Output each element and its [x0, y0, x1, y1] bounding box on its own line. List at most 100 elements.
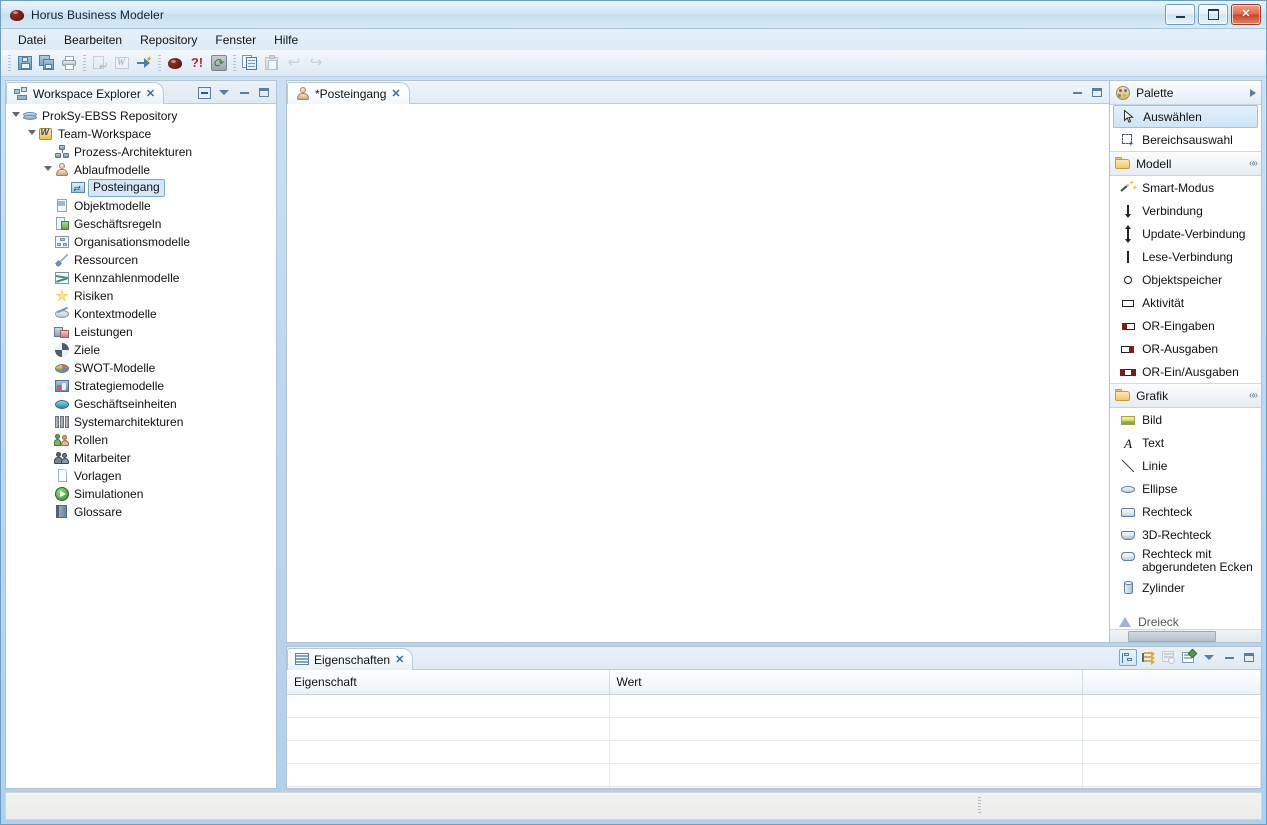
tree-item-kennzahlenmodelle[interactable]: Kennzahlenmodelle: [6, 269, 276, 287]
table-row[interactable]: [287, 694, 1262, 718]
show-categories-button[interactable]: [1119, 649, 1138, 666]
save-button[interactable]: [14, 52, 36, 74]
table-cell[interactable]: [287, 694, 610, 718]
tree-item-gesch-ftsregeln[interactable]: Geschäftsregeln: [6, 215, 276, 233]
table-cell[interactable]: [1082, 717, 1262, 741]
palette-tool-smart-modus[interactable]: ✦ ✦ ✦ Smart-Modus: [1110, 176, 1261, 199]
close-icon[interactable]: ✕: [146, 87, 155, 100]
tree-item-systemarchitekturen[interactable]: Systemarchitekturen: [6, 413, 276, 431]
toolbar-grip[interactable]: [8, 55, 11, 71]
table-cell[interactable]: [1082, 740, 1262, 764]
tab-workspace-explorer[interactable]: Workspace Explorer ✕: [6, 82, 165, 104]
tree-item-strategiemodelle[interactable]: Strategiemodelle: [6, 377, 276, 395]
palette-tool-objektspeicher[interactable]: Objektspeicher: [1110, 268, 1261, 291]
paste-button[interactable]: [261, 52, 283, 74]
twisty-expanded-icon[interactable]: [42, 165, 54, 175]
table-cell[interactable]: [287, 740, 610, 764]
table-cell[interactable]: [287, 717, 610, 741]
maximize-view-button[interactable]: [1241, 650, 1257, 665]
properties-table-container[interactable]: Eigenschaft Wert: [287, 670, 1262, 788]
tree-item-rollen[interactable]: Rollen: [6, 431, 276, 449]
undo-button[interactable]: ↩: [283, 52, 305, 74]
palette-tool-rechteck[interactable]: Rechteck: [1110, 500, 1261, 523]
tab-posteingang[interactable]: *Posteingang ✕: [287, 82, 410, 104]
palette-horizontal-scrollbar[interactable]: [1110, 629, 1262, 642]
palette-tool-aktivitaet[interactable]: Aktivität: [1110, 291, 1261, 314]
help-button[interactable]: ?!: [186, 52, 208, 74]
minimize-window-button[interactable]: [1165, 4, 1195, 25]
save-all-button[interactable]: [36, 52, 58, 74]
palette-tool-bereichsauswahl[interactable]: + Bereichsauswahl: [1110, 128, 1261, 151]
maximize-view-button[interactable]: [256, 85, 272, 100]
restore-defaults-button[interactable]: [1161, 650, 1177, 665]
palette-tool-or-ein-ausgaben[interactable]: OR-Ein/Ausgaben: [1110, 360, 1261, 383]
palette-drawer-modell[interactable]: Modell «»: [1110, 151, 1262, 176]
palette-tool-ellipse[interactable]: Ellipse: [1110, 477, 1261, 500]
table-cell[interactable]: [1082, 786, 1262, 788]
tree-item-vorlagen[interactable]: Vorlagen: [6, 467, 276, 485]
table-cell[interactable]: [1082, 763, 1262, 787]
toolbar-grip[interactable]: [233, 55, 236, 71]
explorer-editor-sash[interactable]: [280, 80, 283, 789]
tree-item-simulationen[interactable]: Simulationen: [6, 485, 276, 503]
twisty-expanded-icon[interactable]: [26, 129, 38, 139]
tree-item-leistungen[interactable]: Leistungen: [6, 323, 276, 341]
publish-button[interactable]: ✦: [133, 52, 155, 74]
minimize-view-button[interactable]: [1221, 650, 1237, 665]
copy-button[interactable]: [239, 52, 261, 74]
menu-bearbeiten[interactable]: Bearbeiten: [55, 31, 131, 49]
tree-item-organisationsmodelle[interactable]: Organisationsmodelle: [6, 233, 276, 251]
menu-fenster[interactable]: Fenster: [206, 31, 265, 49]
palette-tool-rechteck-abgerundet[interactable]: Rechteck mit abgerundeten Ecken: [1110, 546, 1261, 576]
chevron-right-icon[interactable]: [1250, 88, 1257, 97]
table-cell[interactable]: [609, 694, 1083, 718]
menu-datei[interactable]: Datei: [9, 31, 55, 49]
menu-repository[interactable]: Repository: [131, 31, 206, 49]
table-row[interactable]: [287, 717, 1262, 741]
palette-drawer-grafik[interactable]: Grafik «»: [1110, 383, 1262, 408]
close-window-button[interactable]: ✕: [1231, 4, 1261, 25]
twisty-expanded-icon[interactable]: [10, 111, 22, 121]
palette-title-bar[interactable]: Palette: [1110, 81, 1262, 105]
new-property-button[interactable]: [1181, 648, 1198, 665]
table-cell[interactable]: [609, 786, 1083, 788]
collapse-all-button[interactable]: [195, 84, 212, 100]
tree-item-team-workspace[interactable]: W Team-Workspace: [6, 125, 276, 143]
tree-item-ressourcen[interactable]: Ressourcen: [6, 251, 276, 269]
column-header-eigenschaft[interactable]: Eigenschaft: [287, 670, 610, 695]
toolbar-grip[interactable]: [83, 55, 86, 71]
table-row[interactable]: [287, 763, 1262, 787]
diagram-canvas[interactable]: [287, 104, 1110, 642]
minimize-editor-button[interactable]: [1069, 85, 1085, 100]
table-cell[interactable]: [1082, 694, 1262, 718]
table-row[interactable]: [287, 740, 1262, 764]
palette-tool-3d-rechteck[interactable]: 3D-Rechteck: [1110, 523, 1261, 546]
table-cell[interactable]: [287, 763, 610, 787]
palette-tool-zylinder[interactable]: Zylinder: [1110, 576, 1261, 599]
horus-button[interactable]: [164, 52, 186, 74]
menu-hilfe[interactable]: Hilfe: [265, 31, 307, 49]
minimize-view-button[interactable]: [236, 85, 252, 100]
export-button[interactable]: ↵: [89, 52, 111, 74]
palette-tool-text[interactable]: A Text: [1110, 431, 1261, 454]
table-cell[interactable]: [287, 786, 610, 788]
close-icon[interactable]: ✕: [395, 653, 404, 666]
tree-item-proksy-ebss-repository[interactable]: ProkSy-EBSS Repository: [6, 107, 276, 125]
palette-tool-linie[interactable]: Linie: [1110, 454, 1261, 477]
show-advanced-button[interactable]: [1141, 650, 1157, 665]
tree-item-prozess-architekturen[interactable]: Prozess-Architekturen: [6, 143, 276, 161]
tree-item-gesch-ftseinheiten[interactable]: Geschäftseinheiten: [6, 395, 276, 413]
toolbar-grip[interactable]: [158, 55, 161, 71]
column-header-wert[interactable]: Wert: [609, 670, 1083, 695]
tree-item-ziele[interactable]: Ziele: [6, 341, 276, 359]
maximize-window-button[interactable]: [1198, 4, 1228, 25]
redo-button[interactable]: ↪: [305, 52, 327, 74]
resize-grip-icon[interactable]: [978, 797, 981, 815]
tab-eigenschaften[interactable]: Eigenschaften ✕: [287, 648, 414, 670]
table-cell[interactable]: [609, 717, 1083, 741]
view-menu-button[interactable]: [1201, 650, 1217, 665]
tree-item-glossare[interactable]: Glossare: [6, 503, 276, 521]
tree-item-ablaufmodelle[interactable]: Ablaufmodelle: [6, 161, 276, 179]
table-cell[interactable]: [609, 763, 1083, 787]
palette-tool-auswaehlen[interactable]: Auswählen: [1113, 105, 1259, 128]
